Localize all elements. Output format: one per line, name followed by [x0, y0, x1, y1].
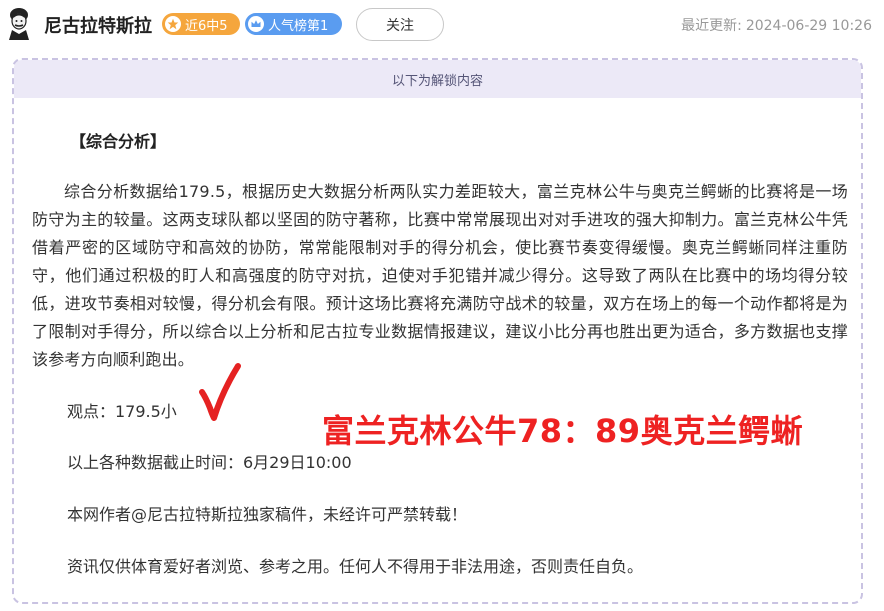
- author-header: 尼古拉特斯拉 近6中5 人气榜第1 关注 最近更新: 2024-06-29 10:…: [0, 0, 884, 50]
- follow-button[interactable]: 关注: [356, 8, 444, 41]
- streak-badge-label: 近6中5: [185, 18, 228, 34]
- crown-icon: [248, 16, 264, 32]
- rank-badge-label: 人气榜第1: [268, 18, 329, 34]
- rank-badge: 人气榜第1: [245, 13, 342, 35]
- author-name[interactable]: 尼古拉特斯拉: [44, 12, 152, 38]
- copyright-notice: 本网作者@尼古拉特斯拉独家稿件，未经许可严禁转载！: [67, 505, 468, 524]
- last-updated-time: 2024-06-29 10:26: [745, 18, 872, 34]
- section-title: 【综合分析】: [70, 132, 167, 151]
- streak-badge: 近6中5: [162, 13, 240, 35]
- unlocked-content-card: 以下为解锁内容 【综合分析】 综合分析数据给179.5，根据历史大数据分析两队实…: [12, 58, 863, 604]
- check-mark-icon: [199, 363, 241, 421]
- data-cutoff-line: 以上各种数据截止时间：6月29日10:00: [67, 453, 352, 472]
- analysis-paragraph: 综合分析数据给179.5，根据历史大数据分析两队实力差距较大，富兰克林公牛与奥克…: [32, 182, 848, 369]
- last-updated: 最近更新: 2024-06-29 10:26: [681, 15, 872, 35]
- final-score: 富兰克林公牛78：89奥克兰鳄蜥: [322, 412, 804, 450]
- opinion-line: 观点：179.5小: [67, 402, 177, 421]
- author-avatar-icon[interactable]: [4, 6, 34, 40]
- last-updated-label: 最近更新:: [681, 18, 742, 34]
- unlock-notice: 以下为解锁内容: [14, 60, 861, 98]
- disclaimer: 资讯仅供体育爱好者浏览、参考之用。任何人不得用于非法用途，否则责任自负。: [67, 557, 644, 576]
- star-icon: [165, 16, 181, 32]
